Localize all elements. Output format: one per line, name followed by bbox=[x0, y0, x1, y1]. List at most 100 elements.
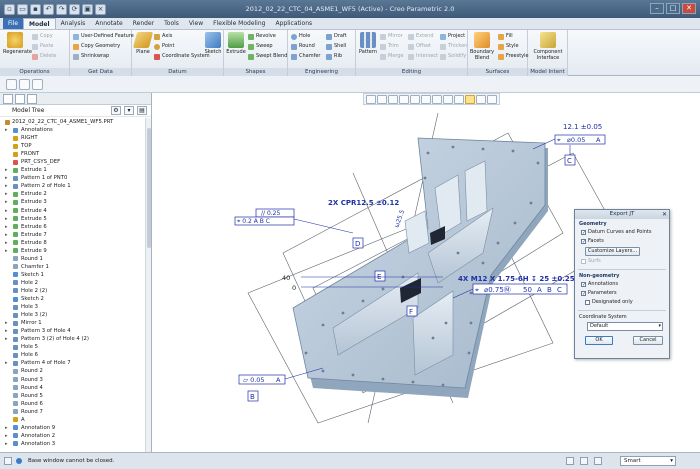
expand-arrow-icon[interactable]: ▸ bbox=[5, 126, 8, 134]
expand-arrow-icon[interactable]: ▸ bbox=[5, 207, 8, 215]
customize-layers-button[interactable]: Customize Layers... bbox=[585, 247, 640, 256]
tree-item[interactable]: Round 1 bbox=[0, 255, 150, 263]
tree-item[interactable]: Hole 2 bbox=[0, 279, 150, 287]
tree-item[interactable]: Round 5 bbox=[0, 392, 150, 400]
tab-flexible-modeling[interactable]: Flexible Modeling bbox=[208, 18, 270, 29]
tree-item[interactable]: FRONT bbox=[0, 150, 150, 158]
extrude-button[interactable]: Extrude bbox=[226, 32, 246, 55]
regenerate-button[interactable]: Regenerate bbox=[3, 32, 32, 55]
group-label-engineering[interactable]: Engineering bbox=[288, 68, 355, 76]
fill-button[interactable]: Fill bbox=[498, 32, 513, 41]
folder-browser-icon[interactable] bbox=[19, 79, 30, 90]
tree-item[interactable]: ▸ Pattern 3 of Hole 4 bbox=[0, 327, 150, 335]
tree-item[interactable]: ▸ Extrude 5 bbox=[0, 215, 150, 223]
expand-arrow-icon[interactable]: ▸ bbox=[5, 198, 8, 206]
datum-d-tag[interactable]: D bbox=[352, 237, 364, 249]
scroll-thumb[interactable] bbox=[147, 128, 151, 248]
point-button[interactable]: Point bbox=[154, 42, 174, 51]
tree-item[interactable]: ▸ Mirror 1 bbox=[0, 319, 150, 327]
solidify-button[interactable]: Solidify bbox=[440, 52, 466, 61]
group-label-get-data[interactable]: Get Data bbox=[70, 68, 131, 76]
expand-arrow-icon[interactable]: ▸ bbox=[5, 432, 8, 440]
thicken-button[interactable]: Thicken bbox=[440, 42, 467, 51]
layer-icon[interactable] bbox=[594, 457, 602, 465]
expand-arrow-icon[interactable]: ▸ bbox=[5, 247, 8, 255]
surfs-option[interactable]: Surfs bbox=[575, 257, 669, 266]
tree-item[interactable]: ▸ Annotation 3 bbox=[0, 440, 150, 448]
datum-c-tag[interactable]: C bbox=[564, 145, 576, 166]
draft-button[interactable]: Draft bbox=[326, 32, 347, 41]
datum-f-tag[interactable]: F bbox=[406, 305, 418, 317]
tree-item[interactable]: Round 2 bbox=[0, 367, 150, 375]
rib-button[interactable]: Rib bbox=[326, 52, 342, 61]
tab-render[interactable]: Render bbox=[128, 18, 159, 29]
shell-button[interactable]: Shell bbox=[326, 42, 346, 51]
dialog-close-icon[interactable]: ✕ bbox=[662, 210, 667, 219]
folder-tab-icon[interactable] bbox=[15, 94, 25, 104]
coordinate-system-select[interactable]: Default ▾ bbox=[587, 322, 663, 331]
round-button[interactable]: Round bbox=[291, 42, 315, 51]
expand-arrow-icon[interactable]: ▸ bbox=[5, 424, 8, 432]
facets-checkbox[interactable]: ✓ bbox=[581, 239, 586, 245]
chamfer-button[interactable]: Chamfer bbox=[291, 52, 321, 61]
expand-arrow-icon[interactable]: ▸ bbox=[5, 166, 8, 174]
group-label-datum[interactable]: Datum bbox=[132, 68, 223, 76]
group-label-model-intent[interactable]: Model Intent bbox=[528, 68, 567, 76]
tree-item[interactable]: ▸ Extrude 6 bbox=[0, 223, 150, 231]
facets-option[interactable]: ✓ Facets bbox=[575, 237, 669, 246]
axis-button[interactable]: Axis bbox=[154, 32, 172, 41]
tree-item[interactable]: ▸ Annotation 2 bbox=[0, 432, 150, 440]
merge-button[interactable]: Merge bbox=[380, 52, 404, 61]
tree-item[interactable]: Sketch 2 bbox=[0, 295, 150, 303]
datum-e-tag[interactable]: E bbox=[374, 270, 386, 282]
extend-button[interactable]: Extend bbox=[408, 32, 434, 41]
tree-filter-icon[interactable]: ▾ bbox=[124, 106, 134, 115]
tree-item[interactable]: Round 4 bbox=[0, 384, 150, 392]
tree-item[interactable]: Chamfer 1 bbox=[0, 263, 150, 271]
copy-button[interactable]: Copy bbox=[32, 32, 53, 41]
file-menu[interactable]: File bbox=[3, 18, 24, 29]
copy-geometry-button[interactable]: Copy Geometry bbox=[73, 42, 120, 51]
paste-button[interactable]: Paste bbox=[32, 42, 54, 51]
group-label-editing[interactable]: Editing bbox=[356, 68, 467, 76]
csys-button[interactable]: Coordinate System bbox=[154, 52, 210, 61]
tab-tools[interactable]: Tools bbox=[159, 18, 184, 29]
trim-button[interactable]: Trim bbox=[380, 42, 399, 51]
cancel-button[interactable]: Cancel bbox=[633, 336, 663, 345]
tree-item[interactable]: ▸ Extrude 7 bbox=[0, 231, 150, 239]
tree-item[interactable]: A bbox=[0, 416, 150, 424]
message-log-icon[interactable] bbox=[4, 457, 12, 465]
expand-arrow-icon[interactable]: ▸ bbox=[5, 440, 8, 448]
tree-item[interactable]: ▸ Extrude 8 bbox=[0, 239, 150, 247]
expand-arrow-icon[interactable]: ▸ bbox=[5, 327, 8, 335]
offset-button[interactable]: Offset bbox=[408, 42, 431, 51]
minimize-button[interactable]: – bbox=[650, 3, 664, 14]
expand-arrow-icon[interactable]: ▸ bbox=[5, 231, 8, 239]
datum-b-tag[interactable]: B bbox=[247, 390, 259, 402]
annotations-option[interactable]: ✓ Annotations bbox=[575, 280, 669, 289]
dimension-vertical[interactable]: ω25.5 bbox=[393, 209, 406, 229]
delete-button[interactable]: Delete bbox=[32, 52, 56, 61]
dimension-0[interactable]: 0 bbox=[292, 284, 296, 292]
tree-item[interactable]: Hole 5 bbox=[0, 343, 150, 351]
tree-item[interactable]: Round 6 bbox=[0, 400, 150, 408]
tree-item[interactable]: ▸ Extrude 9 bbox=[0, 247, 150, 255]
surfs-checkbox[interactable] bbox=[581, 259, 586, 264]
expand-arrow-icon[interactable]: ▸ bbox=[5, 335, 8, 343]
designated-only-option[interactable]: Designated only bbox=[575, 298, 669, 307]
tree-item[interactable]: Hole 3 bbox=[0, 303, 150, 311]
tree-item[interactable]: Round 3 bbox=[0, 376, 150, 384]
tree-settings-icon[interactable]: ⚙ bbox=[111, 106, 121, 115]
sketch-button[interactable]: Sketch bbox=[204, 32, 222, 55]
designated-only-checkbox[interactable] bbox=[585, 300, 590, 305]
tree-item[interactable]: ▸ Extrude 2 bbox=[0, 190, 150, 198]
dimension-40[interactable]: 40 bbox=[282, 274, 290, 282]
hole-button[interactable]: Hole bbox=[291, 32, 310, 41]
component-interface-button[interactable]: Component Interface bbox=[530, 32, 566, 61]
tree-item[interactable]: ▸ Pattern 2 of Hole 1 bbox=[0, 182, 150, 190]
tree-item[interactable]: Round 7 bbox=[0, 408, 150, 416]
tree-item[interactable]: Hole 3 (2) bbox=[0, 311, 150, 319]
model-tree-scrollbar[interactable] bbox=[145, 118, 151, 452]
maximize-button[interactable]: □ bbox=[666, 3, 680, 14]
pattern-button[interactable]: Pattern bbox=[358, 32, 378, 55]
